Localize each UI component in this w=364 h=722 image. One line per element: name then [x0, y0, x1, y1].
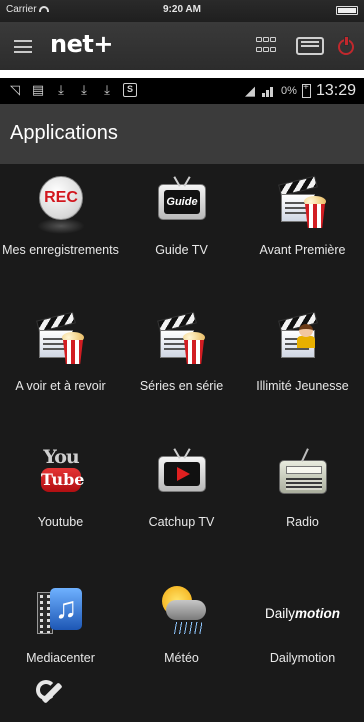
menu-icon[interactable] [14, 40, 32, 53]
page-title: Applications [10, 122, 118, 144]
power-icon[interactable] [338, 36, 354, 55]
app-tile-guide-tv[interactable]: Guide Guide TV [121, 164, 242, 318]
remote-screen: ◹ ▤ ⤓ ⤓ ⤓ S ◢ 0% 13:29 Applications REC … [0, 78, 364, 722]
youtube-icon: You Tube [33, 446, 89, 504]
app-label: A voir et à revoir [15, 379, 106, 393]
wrench-icon[interactable] [36, 680, 62, 706]
app-label: Mediacenter [26, 651, 95, 665]
battery-icon [301, 82, 311, 98]
media-music-icon: ♫ [33, 582, 89, 640]
app-label: Météo [164, 651, 199, 665]
tv-play-icon [154, 446, 210, 504]
battery-percent: 0% [281, 85, 297, 97]
app-tile-radio[interactable]: Radio [242, 436, 363, 590]
signal-icon [262, 85, 276, 97]
notification-icon: ◹ [10, 82, 20, 97]
app-tile-catchup-tv[interactable]: Catchup TV [121, 436, 242, 590]
app-header: net+ [0, 22, 364, 70]
download-icon: ⤓ [58, 82, 64, 97]
app-tile-meteo[interactable]: Météo [121, 572, 242, 722]
clapperboard-kid-icon [275, 310, 331, 368]
radio-icon [275, 446, 331, 504]
dailymotion-logo: Dailymotion [264, 606, 340, 621]
weather-icon [154, 582, 210, 640]
rec-icon: REC [33, 174, 89, 234]
sd-card-icon: ▤ [31, 82, 45, 97]
app-tile-mes-enregistrements[interactable]: REC Mes enregistrements [0, 164, 121, 318]
download-icon: ⤓ [81, 82, 87, 97]
tv-guide-icon: Guide [154, 174, 210, 232]
app-label: Avant Première [259, 243, 346, 257]
app-tile-avant-premiere[interactable]: Avant Première [242, 164, 363, 318]
clapperboard-popcorn-icon [275, 174, 331, 232]
title-bar: Applications [0, 104, 364, 164]
android-clock: 13:29 [315, 82, 356, 99]
app-tile-youtube[interactable]: You Tube Youtube [0, 436, 121, 590]
app-label: Illimité Jeunesse [256, 379, 349, 393]
clapperboard-popcorn-icon [33, 310, 89, 368]
download-icon: ⤓ [104, 82, 110, 97]
ios-clock: 9:20 AM [163, 4, 201, 15]
app-label: Catchup TV [148, 515, 215, 529]
clapperboard-popcorn-icon [154, 310, 210, 368]
app-label: Guide TV [155, 243, 208, 257]
app-label: Radio [286, 515, 319, 529]
app-tile-series-en-serie[interactable]: Séries en série [121, 300, 242, 454]
app-label: Youtube [37, 515, 84, 529]
app-tile-illimite-jeunesse[interactable]: Illimité Jeunesse [242, 300, 363, 454]
ios-status-bar: Carrier 9:20 AM [0, 0, 364, 22]
app-label: Séries en série [139, 379, 224, 393]
wifi-icon: ◢ [245, 83, 256, 98]
app-label: Mes enregistrements [2, 243, 119, 257]
app-label: Dailymotion [269, 651, 336, 665]
app-tile-a-voir-et-a-revoir[interactable]: A voir et à revoir [0, 300, 121, 454]
separator [0, 70, 364, 78]
brand-logo: net+ [50, 30, 113, 58]
battery-icon [336, 6, 358, 15]
grid-icon[interactable] [256, 37, 278, 55]
app-notification-icon: S [123, 83, 137, 97]
android-status-bar: ◹ ▤ ⤓ ⤓ ⤓ S ◢ 0% 13:29 [0, 78, 364, 104]
keyboard-icon[interactable] [296, 37, 324, 55]
app-tile-dailymotion[interactable]: Dailymotion Dailymotion [242, 572, 363, 722]
